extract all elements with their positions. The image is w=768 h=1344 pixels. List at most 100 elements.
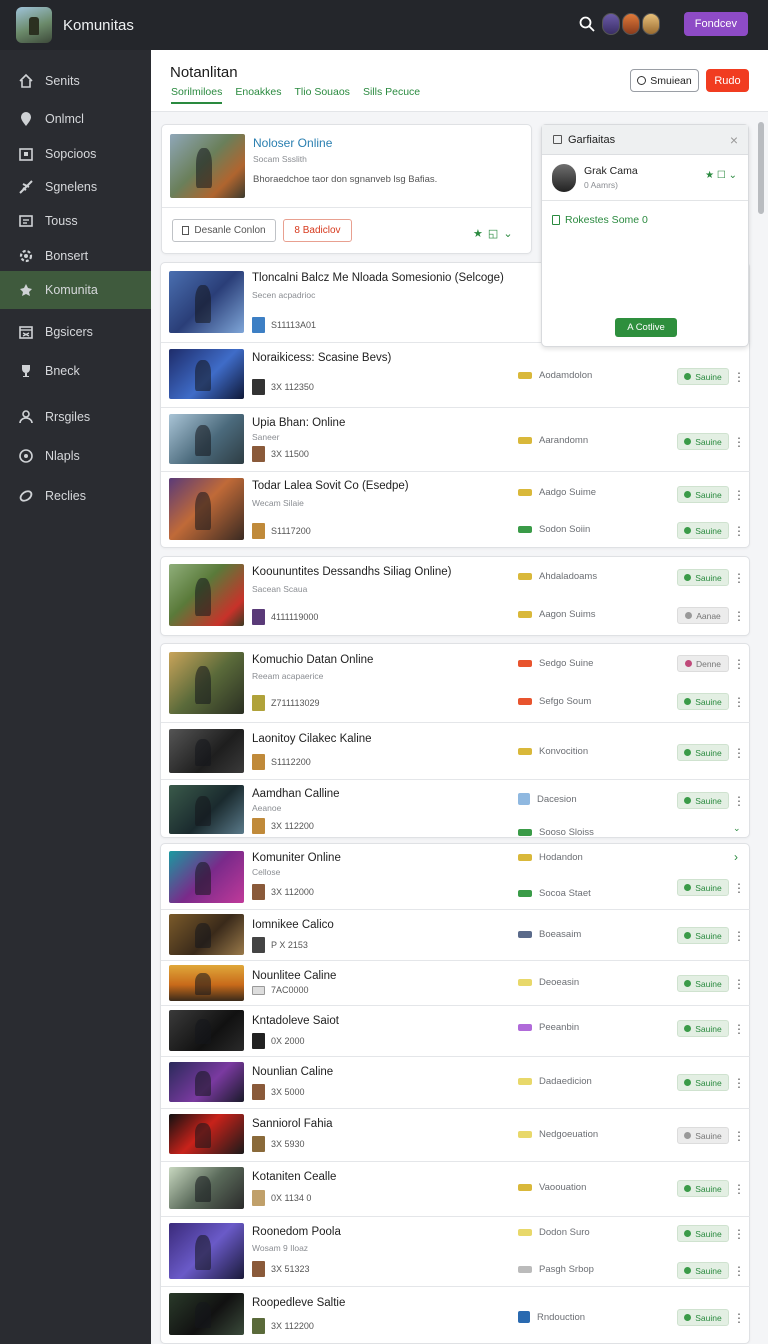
status-pill[interactable]: Sauine	[677, 1262, 729, 1279]
panel-user-sub: 0 Aamrs)	[584, 180, 619, 190]
more-icon[interactable]: ⋮	[733, 371, 745, 383]
status-pill[interactable]: Sauine	[677, 1309, 729, 1326]
close-icon[interactable]: ×	[730, 132, 738, 148]
more-icon[interactable]: ⋮	[733, 572, 745, 584]
sidebar-item-touss[interactable]: Touss	[0, 202, 151, 240]
status-pill[interactable]: Denne	[677, 655, 729, 672]
more-icon[interactable]: ⋮	[733, 1183, 745, 1195]
table-row[interactable]: Nounlian Caline 3X 5000 Dadaedicion Saui…	[161, 1056, 750, 1108]
table-row[interactable]: Aamdhan Calline Aeanoe 3X 112200 Dacesio…	[161, 779, 750, 839]
panel-action-button[interactable]: A Cotlive	[615, 318, 677, 337]
more-icon[interactable]: ⋮	[733, 489, 745, 501]
table-row[interactable]: Nounlitee Caline 7AC0000 Deoeasin Sauine…	[161, 960, 750, 1005]
more-icon[interactable]: ⋮	[733, 436, 745, 448]
table-row[interactable]: Roonedom Poola Wosam 9 Iloaz 3X 51323 Do…	[161, 1216, 750, 1286]
table-row[interactable]: Kotaniten Cealle 0X 1134 0 Vaoouation Sa…	[161, 1161, 750, 1216]
more-icon[interactable]: ⋮	[733, 1077, 745, 1089]
avatar	[552, 163, 576, 192]
table-row[interactable]: Kooununtites Dessandhs Siliag Online) Sa…	[161, 557, 750, 637]
status-pill[interactable]: Sauine	[677, 1127, 729, 1144]
tab-sorilmiloes[interactable]: Sorilmiloes	[171, 86, 223, 104]
status-pill[interactable]: Aanae	[677, 607, 729, 624]
more-icon[interactable]: ⋮	[733, 1312, 745, 1324]
status-pill[interactable]: Sauine	[677, 975, 729, 992]
status-pill[interactable]: Sauine	[677, 1180, 729, 1197]
tab-bar: Sorilmiloes Enoakkes Tlio Souaos Sills P…	[171, 86, 433, 104]
sidebar-item-komunita[interactable]: Komunita	[0, 271, 151, 309]
more-icon[interactable]: ⋮	[733, 882, 745, 894]
sidebar-item-label: Senits	[45, 74, 80, 88]
red-button[interactable]: Rudo	[706, 69, 749, 92]
more-icon[interactable]: ⋮	[733, 1228, 745, 1240]
game-icon	[20, 284, 32, 296]
table-row[interactable]: Upia Bhan: Online Saneer 3X 11500 Aarand…	[161, 407, 750, 471]
more-icon[interactable]: ⋮	[733, 1265, 745, 1277]
table-row[interactable]: Noraikicess: Scasine Bevs) 3X 112350 Aod…	[161, 342, 750, 407]
featured-title[interactable]: Noloser Online	[253, 136, 332, 150]
row-meta-text: 3X 112200	[271, 821, 314, 831]
sidebar-item-sgnelens[interactable]: Sgnelens	[0, 168, 151, 206]
table-row[interactable]: Iomnikee Calico P X 2153 Boeasaim Sauine…	[161, 909, 750, 960]
search-icon[interactable]	[578, 15, 596, 33]
status-pill[interactable]: Sauine	[677, 433, 729, 450]
chevron-down-icon[interactable]: ⌄	[733, 823, 741, 833]
panel-checkbox[interactable]	[553, 135, 562, 144]
featured-thumbnail[interactable]	[170, 134, 245, 198]
sidebar-item-bonsert[interactable]: Bonsert	[0, 237, 151, 275]
table-row[interactable]: Komuniter Online Cellose 3X 112000 Hodan…	[161, 844, 750, 909]
status-pill[interactable]: Sauine	[677, 927, 729, 944]
sidebar-item-home[interactable]: Senits	[0, 62, 151, 100]
featured-action-icons[interactable]: ★ ◱ ⌄	[473, 227, 514, 240]
primary-top-button[interactable]: Fondcev	[683, 12, 748, 36]
more-icon[interactable]: ⋮	[733, 696, 745, 708]
panel-user-icons[interactable]: ★ ☐ ⌄	[705, 170, 737, 181]
row-thumbnail	[169, 1062, 244, 1102]
table-row[interactable]: Roopedleve Saltie 3X 112200 Rndouction S…	[161, 1286, 750, 1344]
more-icon[interactable]: ⋮	[733, 525, 745, 537]
outline-button[interactable]: Smuiean	[630, 69, 699, 92]
sidebar-item-reclies[interactable]: Reclies	[0, 477, 151, 515]
more-icon[interactable]: ⋮	[733, 795, 745, 807]
table-row[interactable]: Laonitoy Cilakec Kaline S1112200 Konvoci…	[161, 722, 750, 779]
sidebar-item-nlapls[interactable]: Nlapls	[0, 437, 151, 475]
status-pill[interactable]: Sauine	[677, 1225, 729, 1242]
scrollbar[interactable]	[758, 122, 764, 214]
tab-enoakkes[interactable]: Enoakkes	[235, 86, 281, 104]
avatar[interactable]	[621, 13, 640, 35]
more-icon[interactable]: ⋮	[733, 1130, 745, 1142]
more-icon[interactable]: ⋮	[733, 658, 745, 670]
status-pill[interactable]: Sauine	[677, 1020, 729, 1037]
more-icon[interactable]: ⋮	[733, 930, 745, 942]
status-pill[interactable]: Sauine	[677, 1074, 729, 1091]
table-row[interactable]: Kntadoleve Saiot 0X 2000 Peeanbin Sauine…	[161, 1005, 750, 1056]
table-row[interactable]: Todar Lalea Sovit Co (Esedpe) Wecam Sila…	[161, 471, 750, 549]
status-pill[interactable]: Sauine	[677, 569, 729, 586]
more-icon[interactable]: ⋮	[733, 747, 745, 759]
tab-sills-pecuce[interactable]: Sills Pecuce	[363, 86, 420, 104]
panel-link[interactable]: Rokestes Some 0	[552, 214, 648, 226]
status-pill[interactable]: Sauine	[677, 744, 729, 761]
featured-red-button[interactable]: 8 Badiclov	[283, 219, 352, 242]
avatar[interactable]	[601, 13, 620, 35]
chevron-right-icon[interactable]: ›	[733, 851, 739, 863]
status-pill[interactable]: Sauine	[677, 368, 729, 385]
sidebar-item-rrsgiles[interactable]: Rrsgiles	[0, 398, 151, 436]
table-row[interactable]: Sanniorol Fahia 3X 5930 Nedgoeuation Sau…	[161, 1108, 750, 1161]
table-row[interactable]: Komuchio Datan Online Reeam acapaerice Z…	[161, 644, 750, 722]
status-pill[interactable]: Sauine	[677, 486, 729, 503]
sidebar-item-bneck[interactable]: Bneck	[0, 352, 151, 390]
avatar[interactable]	[641, 13, 660, 35]
sidebar-item-online[interactable]: Onlmcl	[0, 100, 151, 138]
status-pill[interactable]: Sauine	[677, 693, 729, 710]
featured-secondary-button[interactable]: Desanle Conlon	[172, 219, 276, 242]
status-pill[interactable]: Sauine	[677, 879, 729, 896]
status-text: Konvocition	[539, 746, 589, 757]
tab-tlio-souaos[interactable]: Tlio Souaos	[294, 86, 349, 104]
more-icon[interactable]: ⋮	[733, 978, 745, 990]
status-pill[interactable]: Sauine	[677, 792, 729, 809]
sidebar-item-bgsicers[interactable]: Bgsicers	[0, 313, 151, 351]
more-icon[interactable]: ⋮	[733, 610, 745, 622]
status-pill[interactable]: Sauine	[677, 522, 729, 539]
more-icon[interactable]: ⋮	[733, 1023, 745, 1035]
panel-user-row[interactable]: Grak Cama 0 Aamrs) ★ ☐ ⌄	[542, 155, 748, 201]
